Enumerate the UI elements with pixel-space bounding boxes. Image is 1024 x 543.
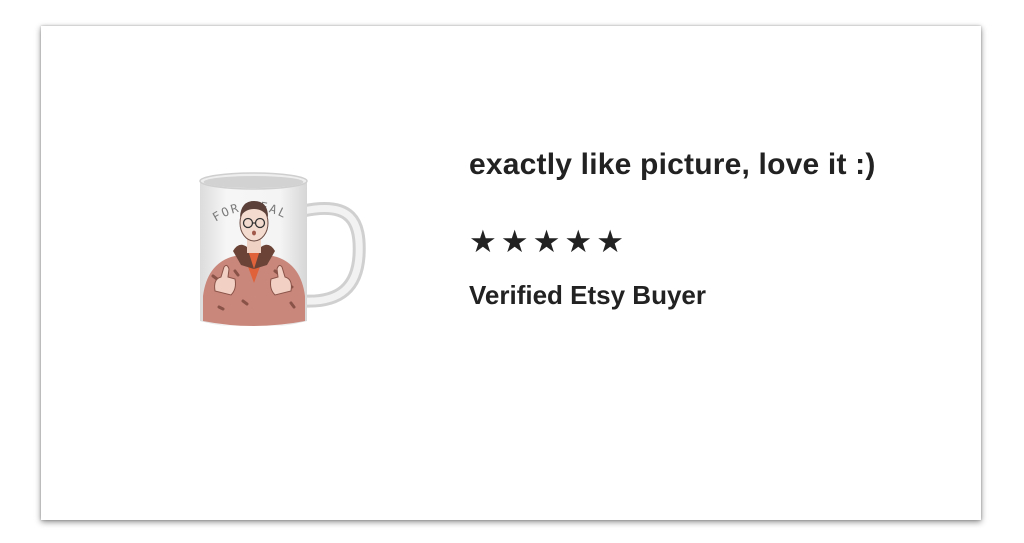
- coffee-mug-image: FOR REAL: [199, 172, 366, 328]
- reviewer-name: Verified Etsy Buyer: [469, 280, 706, 310]
- product-image: FOR REAL: [191, 161, 371, 328]
- star-rating: ★ ★ ★ ★ ★: [469, 226, 939, 258]
- star-icon: ★: [500, 224, 529, 260]
- star-icon: ★: [469, 224, 497, 260]
- review-content: exactly like picture, love it :) ★ ★ ★ ★…: [469, 144, 939, 311]
- review-card: FOR REAL exactly like p: [41, 26, 981, 520]
- review-text: exactly like picture, love it :): [469, 148, 876, 181]
- star-icon: ★: [564, 224, 593, 260]
- star-icon: ★: [596, 224, 624, 260]
- star-icon: ★: [532, 224, 561, 260]
